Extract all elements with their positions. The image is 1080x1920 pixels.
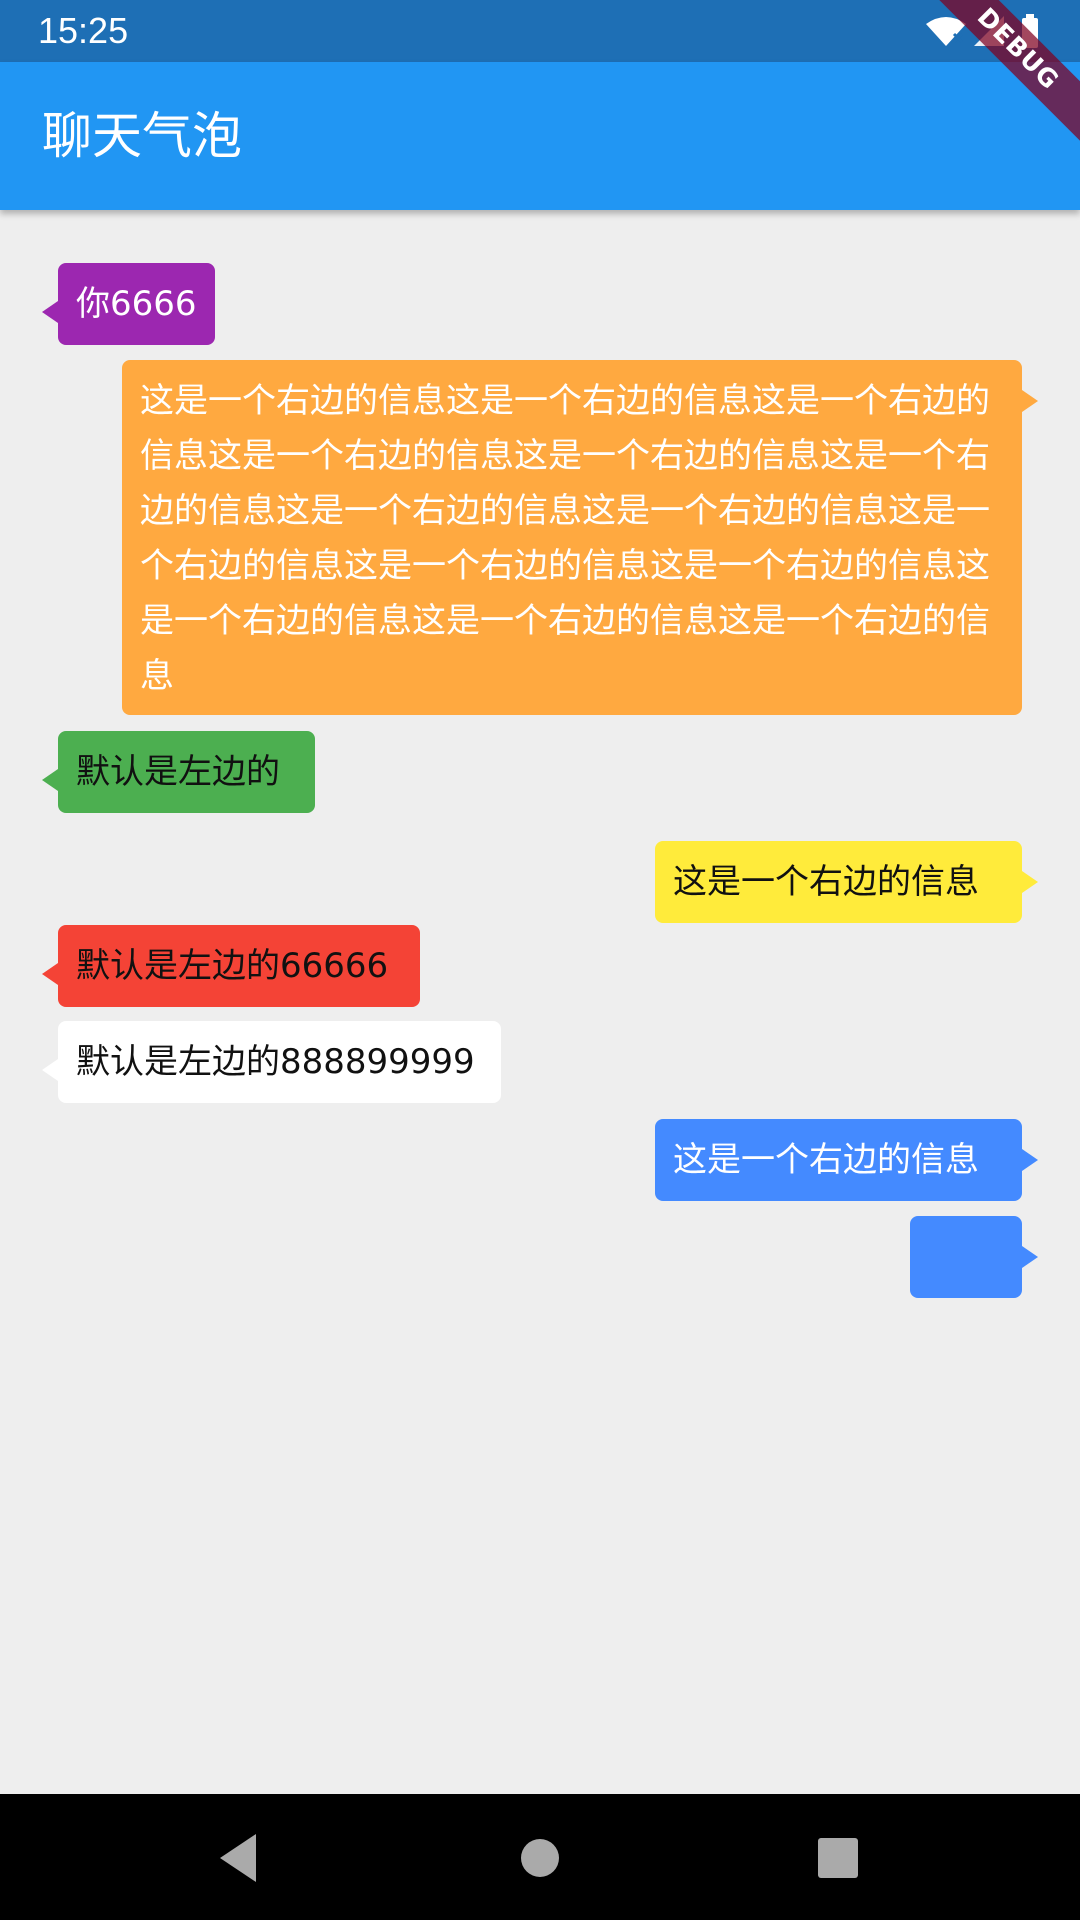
status-bar: 15:25 (0, 0, 1080, 62)
nav-bar (0, 1794, 1080, 1920)
back-icon[interactable] (208, 1828, 268, 1888)
message-bubble-right[interactable]: 这是一个右边的信息 (655, 841, 1038, 923)
message-text: 你6666 (76, 284, 197, 324)
app-bar: 聊天气泡 (0, 62, 1080, 210)
message-bubble-right[interactable]: 这是一个右边的信息 (655, 1119, 1038, 1201)
message-bubble-left[interactable]: 默认是左边的 (42, 731, 315, 813)
message-bubble-right[interactable] (910, 1216, 1038, 1298)
message-text: 默认是左边的888899999 (76, 1042, 475, 1082)
message-text: 这是一个右边的信息 (673, 862, 979, 902)
message-bubble-left[interactable]: 你6666 (42, 263, 215, 345)
home-icon[interactable] (510, 1828, 570, 1888)
recents-icon[interactable] (808, 1828, 868, 1888)
page-title: 聊天气泡 (42, 107, 242, 165)
message-bubble-left[interactable]: 默认是左边的888899999 (42, 1021, 501, 1103)
message-bubble-left[interactable]: 默认是左边的66666 (42, 925, 420, 1007)
message-text: 默认是左边的 (76, 752, 280, 792)
status-time: 15:25 (38, 10, 129, 51)
message-text: 这是一个右边的信息 (673, 1140, 979, 1180)
message-text: 默认是左边的66666 (76, 946, 389, 986)
message-text: 这是一个右边的信息这是一个右边的信息这是一个右边的信息这是一个右边的信息这是一个… (140, 381, 990, 696)
message-bubble-right[interactable]: 这是一个右边的信息这是一个右边的信息这是一个右边的信息这是一个右边的信息这是一个… (122, 360, 1038, 715)
